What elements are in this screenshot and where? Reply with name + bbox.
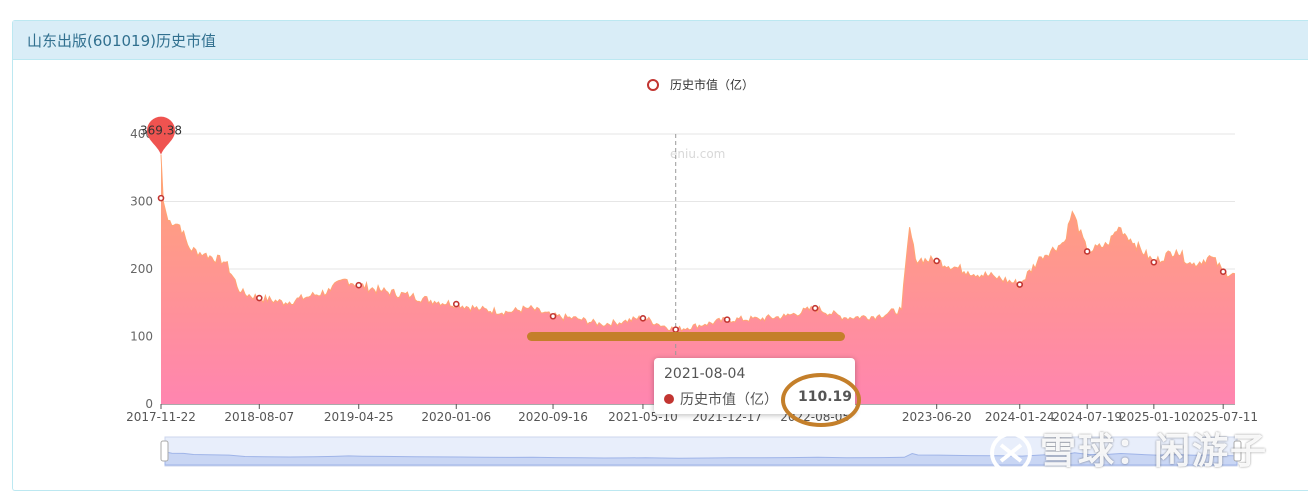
x-tick-label: 2017-11-22 [126,410,196,424]
x-tick-label: 2020-09-16 [518,410,588,424]
brand-watermark: 雪球：闲游子 [988,422,1269,474]
data-marker [157,194,165,202]
data-marker [811,304,819,312]
x-tick-label: 2019-04-25 [324,410,394,424]
data-marker [452,300,460,308]
tooltip-series-name: 历史市值（亿） [680,392,778,408]
data-marker [933,257,940,265]
y-axis: 0100200300400 [130,127,153,411]
x-tick-label: 2023-06-20 [902,410,972,424]
highlight-underline [527,332,845,341]
y-tick-label: 100 [130,330,153,344]
max-value-pin: 369.38 [140,116,182,155]
data-marker [639,314,647,322]
data-marker [723,316,731,323]
data-marker [255,294,263,302]
data-marker [672,326,680,333]
data-marker [1219,268,1227,276]
y-tick-label: 200 [130,262,153,276]
brand-text: 雪球：闲游子 [1040,431,1269,472]
legend[interactable]: 历史市值（亿） [647,77,754,92]
data-marker [1016,281,1024,288]
site-watermark: eniu.com [670,147,725,161]
x-tick-label: 2020-01-06 [421,410,491,424]
y-tick-label: 0 [145,397,153,411]
data-marker [1083,248,1091,255]
y-tick-label: 300 [130,195,153,209]
x-tick-label: 2018-08-07 [224,410,294,424]
legend-marker-icon [647,79,659,91]
data-marker [1150,258,1158,266]
pin-label: 369.38 [140,124,182,138]
snowball-logo-icon [990,432,1032,474]
zoom-handle-left[interactable] [160,440,169,462]
tooltip-date: 2021-08-04 [664,366,746,382]
tooltip-series-dot [664,394,674,404]
data-marker [549,312,557,320]
market-cap-chart[interactable]: 0100200300400 2017-11-22 2018-08-07 2019-0… [0,0,1308,491]
data-marker [355,281,363,289]
highlight-circle [781,373,861,427]
legend-label: 历史市值（亿） [670,77,754,92]
